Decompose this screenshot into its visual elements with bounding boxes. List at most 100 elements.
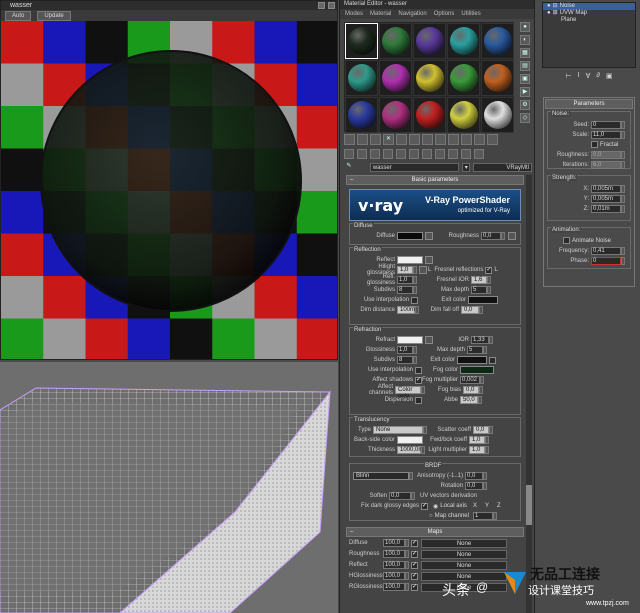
refr-exit-color-checkbox[interactable] [489,356,496,364]
scrollbar-thumb[interactable] [526,485,532,525]
map-row-amount[interactable]: 100,0 [383,550,405,558]
show-map-icon[interactable] [448,134,459,145]
noise-roughness-spinner[interactable] [621,150,625,159]
light-multiplier-spinner[interactable] [485,446,489,454]
minimize-button[interactable] [318,2,325,9]
mat-id-icon[interactable] [422,149,432,159]
menu-modes[interactable]: Modes [345,9,363,19]
scale-spinner[interactable] [621,130,625,139]
fix-dark-checkbox[interactable]: ✓ [421,502,428,510]
fog-color-swatch[interactable] [460,366,494,374]
fwd-bck-coeff-input[interactable]: 1,0 [469,436,485,444]
affect-shadows-checkbox[interactable]: ✓ [415,376,422,384]
material-slot[interactable] [413,97,446,133]
hilight-gloss-spinner[interactable] [413,266,417,274]
material-slot[interactable] [345,23,378,59]
material-slot[interactable] [481,23,514,59]
fog-multiplier-spinner[interactable] [480,376,484,384]
go-to-parent-icon[interactable] [474,134,485,145]
put-to-scene-icon[interactable] [357,134,368,145]
get-material-icon[interactable] [344,134,355,145]
map-row-spinner[interactable] [405,583,409,591]
stack-item-noise[interactable]: ● ⊟ Noise [543,3,635,10]
copy-icon[interactable] [383,149,393,159]
background-icon[interactable]: ▦ [520,48,530,58]
reset-material-icon[interactable]: ✕ [383,134,394,145]
reset-icon[interactable] [370,149,380,159]
refl-max-depth-input[interactable]: 5 [471,286,487,294]
make-unique-icon[interactable]: ∀ [586,72,591,84]
configure-sets-icon[interactable]: ▣ [606,72,613,84]
material-slot[interactable] [379,97,412,133]
expand-icon[interactable]: ⊞ [553,10,558,17]
strength-x-input[interactable]: 0,005m [591,184,621,193]
light-multiplier-input[interactable]: 1,0 [469,446,485,454]
axis-y-button[interactable]: Y [485,503,489,509]
axis-z-button[interactable]: Z [497,503,501,509]
fog-bias-input[interactable]: 0,0 [463,386,479,394]
dim-falloff-spinner[interactable] [479,306,483,314]
anisotropy-input[interactable]: 0,0 [465,472,483,480]
material-slot[interactable] [379,23,412,59]
scatter-coeff-spinner[interactable] [489,426,493,434]
strength-y-spinner[interactable] [621,194,625,203]
stack-item-uvw-map[interactable]: ● ⊞ UVW Map [543,10,635,17]
material-slot[interactable] [481,60,514,96]
unique-icon[interactable] [396,149,406,159]
material-slot[interactable] [447,23,480,59]
refl-subdivs-input[interactable]: 8 [397,286,413,294]
fog-bias-spinner[interactable] [479,386,483,394]
back-side-color-swatch[interactable] [397,436,423,444]
fog-multiplier-input[interactable]: 0,002 [460,376,480,384]
copy-material-icon[interactable] [396,134,407,145]
map-row-checkbox[interactable]: ✓ [411,561,418,569]
go-forward-icon[interactable] [487,134,498,145]
hilight-gloss-lock[interactable] [419,266,427,274]
iterations-input[interactable]: 6,0 [591,160,621,169]
soften-input[interactable]: 0,0 [389,492,411,500]
update-button[interactable]: Update [37,10,71,21]
abbe-input[interactable]: 50,0 [460,396,478,404]
stack-item-plane[interactable]: Plane [543,17,635,24]
map-row-checkbox[interactable]: ✓ [411,550,418,558]
rollout-basic-parameters[interactable]: – Basic parameters [346,175,524,185]
lightbulb-icon[interactable]: ● [547,10,551,17]
brdf-type-dropdown[interactable]: Blinn [353,472,409,480]
refr-use-interp-checkbox[interactable] [415,366,422,374]
map-row-spinner[interactable] [405,539,409,547]
scale-input[interactable]: 11,0 [591,130,621,139]
expand-icon[interactable]: ⊟ [553,3,558,10]
iterations-spinner[interactable] [621,160,625,169]
material-slot[interactable] [413,23,446,59]
fresnel-ior-input[interactable]: 1,6 [471,276,487,284]
refr-max-depth-spinner[interactable] [483,346,487,354]
material-type-button[interactable]: VRayMtl [472,162,532,172]
dispersion-checkbox[interactable] [415,396,422,404]
roughness-map-button[interactable] [508,232,516,240]
noise-roughness-input[interactable]: 0,0 [591,150,621,159]
map-row-button[interactable]: None [421,538,507,548]
parent-icon[interactable] [461,149,471,159]
material-slot[interactable] [379,60,412,96]
map-row-amount[interactable]: 100,0 [383,561,405,569]
menu-material[interactable]: Material [370,9,391,19]
sample-type-icon[interactable]: ● [520,22,530,32]
strength-y-input[interactable]: 0,005m [591,194,621,203]
material-id-icon[interactable] [435,134,446,145]
map-row-spinner[interactable] [405,561,409,569]
make-preview-icon[interactable]: ▶ [520,87,530,97]
menu-utilities[interactable]: Utilities [461,9,480,19]
remove-modifier-icon[interactable]: ∂ [596,72,599,84]
menu-navigation[interactable]: Navigation [398,9,426,19]
lightbulb-icon[interactable]: ● [547,3,551,10]
refl-exit-color-swatch[interactable] [468,296,498,304]
diffuse-map-button[interactable] [425,232,433,240]
put-to-library-icon[interactable] [422,134,433,145]
strength-x-spinner[interactable] [621,184,625,193]
fractal-checkbox[interactable] [591,141,598,148]
make-unique-icon[interactable] [409,134,420,145]
anisotropy-spinner[interactable] [483,472,487,480]
seed-spinner[interactable] [621,120,625,129]
backlight-icon[interactable]: ◐ [520,35,530,45]
phase-spinner[interactable] [621,256,625,265]
